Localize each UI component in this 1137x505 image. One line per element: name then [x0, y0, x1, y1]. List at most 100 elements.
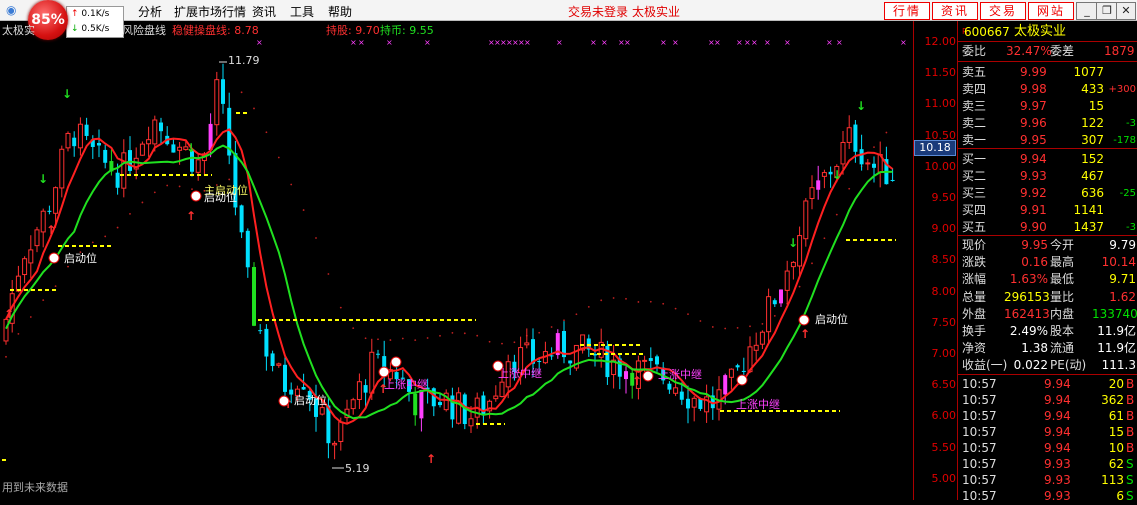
menu-analysis[interactable]: 分析 [138, 3, 162, 20]
ask-price: 9.96 [1020, 116, 1047, 130]
trail-dot [129, 213, 131, 215]
candle-body [872, 163, 876, 168]
tick-direction: S [1126, 489, 1134, 503]
candle-body [152, 119, 158, 145]
signal-x-marker: × [744, 38, 751, 47]
stat-value: 11.9亿 [1097, 324, 1136, 338]
menu-extended-market[interactable]: 扩展市场行情 [174, 3, 246, 20]
tick-row: 10:57 9.94 15 B [958, 424, 1137, 441]
candle-body [797, 235, 803, 267]
menu-tools[interactable]: 工具 [290, 3, 314, 20]
stat-value: 0.022 [1013, 358, 1048, 373]
tick-direction: S [1126, 473, 1134, 487]
signal-x-marker: × [624, 38, 631, 47]
signal-x-marker: × [386, 38, 393, 47]
tick-price: 9.94 [1044, 441, 1071, 455]
signal-x-marker: × [660, 38, 667, 47]
tick-time: 10:57 [962, 473, 997, 487]
signal-x-marker: × [256, 38, 263, 47]
trail-dot [178, 185, 181, 188]
candle-body [252, 267, 256, 326]
wei-cha-label: 委差 [1050, 44, 1075, 58]
tick-direction: B [1126, 425, 1135, 439]
tick-row: 10:57 9.94 20 B [958, 376, 1137, 393]
tick-volume: 6 [1116, 489, 1124, 503]
price-axis-label: 9.00 [931, 222, 957, 236]
website-button[interactable]: 网站 [1028, 2, 1074, 20]
quote-button[interactable]: 行情 [884, 2, 930, 20]
ask-label: 卖五 [962, 65, 987, 79]
candle-body [691, 397, 697, 408]
stat-label: 净资 [962, 341, 987, 356]
candle-body [735, 365, 740, 368]
tick-direction: B [1126, 393, 1135, 407]
trail-dot [736, 326, 739, 329]
ask-price: 9.95 [1020, 133, 1047, 147]
candle-body [338, 421, 344, 442]
trail-dot [401, 337, 404, 340]
price-axis-label: 6.00 [931, 409, 957, 423]
restore-icon[interactable]: ❐ [1096, 2, 1118, 20]
candle-body [499, 381, 505, 397]
candle-body [376, 353, 380, 355]
bid-price: 9.90 [1020, 220, 1047, 234]
candle-body [214, 79, 220, 126]
minimize-icon[interactable]: _ [1076, 2, 1098, 20]
signal-badge-icon [642, 370, 654, 382]
ask-volume: 122 [1081, 116, 1104, 130]
bid-change: -3 [1126, 222, 1136, 233]
menu-news[interactable]: 资讯 [252, 3, 276, 20]
candle-body [276, 363, 282, 366]
stat-label: 现价 [962, 238, 987, 252]
tick-time: 10:57 [962, 457, 997, 471]
stat-row: 现价 9.95 今开 9.79 [958, 237, 1137, 254]
candle-body [171, 144, 176, 153]
stat-value: 9.95 [1021, 238, 1048, 252]
bid-volume: 1141 [1073, 203, 1104, 217]
trail-dot [265, 131, 268, 134]
signal-x-marker: × [900, 38, 907, 47]
ask-label: 卖二 [962, 116, 987, 130]
signal-badge-icon [190, 190, 202, 202]
signal-x-marker: × [424, 38, 431, 47]
signal-badge-icon [278, 395, 290, 407]
tick-volume: 113 [1101, 473, 1124, 487]
trade-button[interactable]: 交易 [980, 2, 1026, 20]
candle-body [741, 370, 746, 372]
candle-body [159, 122, 163, 132]
candle-body [803, 200, 809, 240]
candle-body [350, 399, 356, 410]
candle-body [524, 342, 530, 346]
signal-badge-icon [798, 314, 810, 326]
close-icon[interactable]: ✕ [1116, 2, 1136, 20]
buy-arrow-icon: ↓ [788, 236, 798, 250]
tick-volume: 362 [1101, 393, 1124, 407]
candle-body [679, 391, 684, 400]
tick-time: 10:57 [962, 377, 997, 391]
upload-speed: 0.1K/s [81, 9, 110, 19]
bid-label: 买四 [962, 203, 987, 217]
news-button[interactable]: 资讯 [932, 2, 978, 20]
tick-row: 10:57 9.94 10 B [958, 440, 1137, 457]
bid-volume: 636 [1081, 186, 1104, 200]
candle-body [766, 296, 772, 333]
candle-body [146, 139, 152, 145]
signal-x-marker: × [826, 38, 833, 47]
trail-dot [67, 265, 69, 268]
stat-value: 133740 [1092, 306, 1137, 321]
upload-arrow-icon: ↑ [71, 9, 79, 19]
menu-help[interactable]: 帮助 [328, 3, 352, 20]
ma-red-line [5, 128, 894, 425]
signal-badge-icon [736, 374, 748, 386]
candle-body [84, 124, 89, 136]
trail-dot [649, 300, 652, 303]
bid-label: 买一 [962, 152, 987, 166]
sell-arrow-icon: ↑ [186, 209, 196, 223]
trail-dot [377, 338, 379, 341]
candlestick-chart[interactable]: × × × × × × × × × × × × × × × × × × × × × × × × × × × × ×↓↓↓↓↓↓↑↑↑↑↑… [0, 21, 913, 500]
trail-dot [166, 184, 169, 187]
login-status[interactable]: 交易未登录 [568, 3, 628, 20]
trail-dot [538, 331, 541, 334]
tick-row: 10:57 9.93 6 S [958, 488, 1137, 505]
trend-label-4: 上涨中继 [736, 398, 780, 411]
